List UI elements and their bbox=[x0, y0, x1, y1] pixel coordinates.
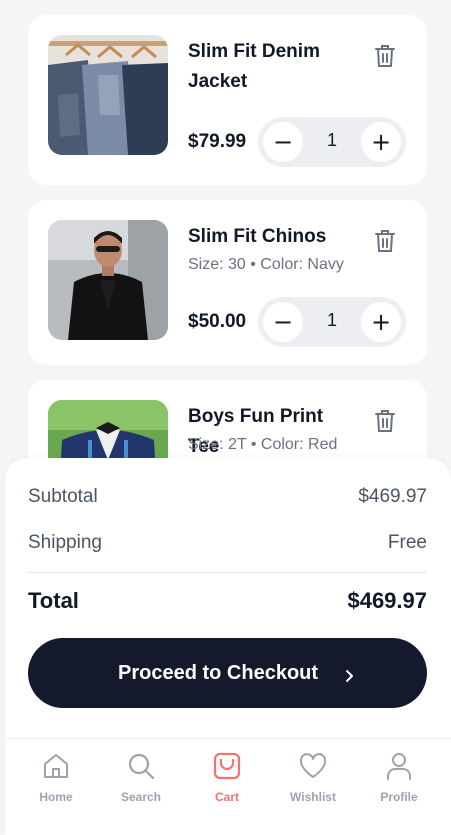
cart-item-card: Slim Fit Denim Jacket $79.99 − 1 + bbox=[28, 15, 427, 185]
summary-divider bbox=[28, 572, 427, 573]
cart-item-card: Slim Fit Chinos Size: 30 • Color: Navy $… bbox=[28, 200, 427, 365]
quantity-value: 1 bbox=[326, 130, 337, 150]
product-image-chinos[interactable] bbox=[48, 220, 168, 340]
subtotal-row: Subtotal $469.97 bbox=[28, 486, 427, 508]
tab-label: Home bbox=[39, 790, 73, 804]
product-price: $79.99 bbox=[188, 131, 247, 152]
subtotal-label: Subtotal bbox=[28, 486, 98, 507]
search-icon bbox=[126, 751, 156, 781]
tab-wishlist[interactable]: Wishlist bbox=[278, 751, 348, 821]
quantity-value: 1 bbox=[326, 310, 337, 330]
quantity-stepper: − 1 + bbox=[258, 117, 406, 167]
product-variant: Size: 30 • Color: Navy bbox=[188, 256, 344, 273]
product-name-line: Slim Fit Denim bbox=[188, 41, 320, 62]
trash-icon[interactable] bbox=[373, 408, 397, 434]
tab-home[interactable]: Home bbox=[21, 751, 91, 821]
subtotal-value: $469.97 bbox=[358, 486, 427, 507]
tab-label: Search bbox=[120, 790, 162, 804]
product-price: $50.00 bbox=[188, 311, 247, 332]
increase-quantity-button[interactable]: + bbox=[361, 302, 401, 342]
chevron-right-icon bbox=[344, 666, 354, 689]
bottom-tab-bar: Home Search Cart Wishlist Profile bbox=[5, 738, 451, 835]
decrease-quantity-button[interactable]: − bbox=[263, 302, 303, 342]
tab-profile[interactable]: Profile bbox=[364, 751, 434, 821]
product-name[interactable]: Slim Fit Denim Jacket bbox=[188, 37, 358, 97]
product-name[interactable]: Slim Fit Chinos bbox=[188, 222, 358, 252]
product-image-denim-jacket[interactable] bbox=[48, 35, 168, 155]
heart-icon bbox=[298, 751, 328, 781]
tab-label: Wishlist bbox=[290, 790, 336, 804]
total-value: $469.97 bbox=[347, 588, 427, 613]
tab-label: Profile bbox=[380, 790, 418, 804]
trash-icon[interactable] bbox=[373, 228, 397, 254]
cart-bag-icon bbox=[212, 751, 242, 781]
tab-search[interactable]: Search bbox=[106, 751, 176, 821]
decrease-quantity-button[interactable]: − bbox=[263, 122, 303, 162]
total-label: Total bbox=[28, 588, 79, 613]
shipping-row: Shipping Free bbox=[28, 532, 427, 554]
home-icon bbox=[41, 751, 71, 781]
product-name-line: Jacket bbox=[188, 71, 248, 92]
shipping-value: Free bbox=[387, 532, 427, 553]
product-variant: Size: 2T • Color: Red bbox=[188, 436, 338, 453]
increase-quantity-button[interactable]: + bbox=[361, 122, 401, 162]
checkout-label: Proceed to Checkout bbox=[118, 662, 319, 684]
cart-item-card: Boys Fun Print Tee Size: 2T • Color: Red bbox=[28, 380, 427, 460]
user-icon bbox=[384, 751, 414, 781]
cart-item-list[interactable]: Slim Fit Denim Jacket $79.99 − 1 + Slim … bbox=[0, 0, 451, 460]
product-image-boys-tee[interactable] bbox=[48, 400, 168, 460]
tab-label: Cart bbox=[214, 790, 239, 804]
shipping-label: Shipping bbox=[28, 532, 102, 553]
trash-icon[interactable] bbox=[373, 43, 397, 69]
tab-cart[interactable]: Cart bbox=[192, 751, 262, 821]
proceed-to-checkout-button[interactable]: Proceed to Checkout bbox=[28, 638, 427, 708]
total-row: Total $469.97 bbox=[28, 588, 427, 614]
quantity-stepper: − 1 + bbox=[258, 297, 406, 347]
